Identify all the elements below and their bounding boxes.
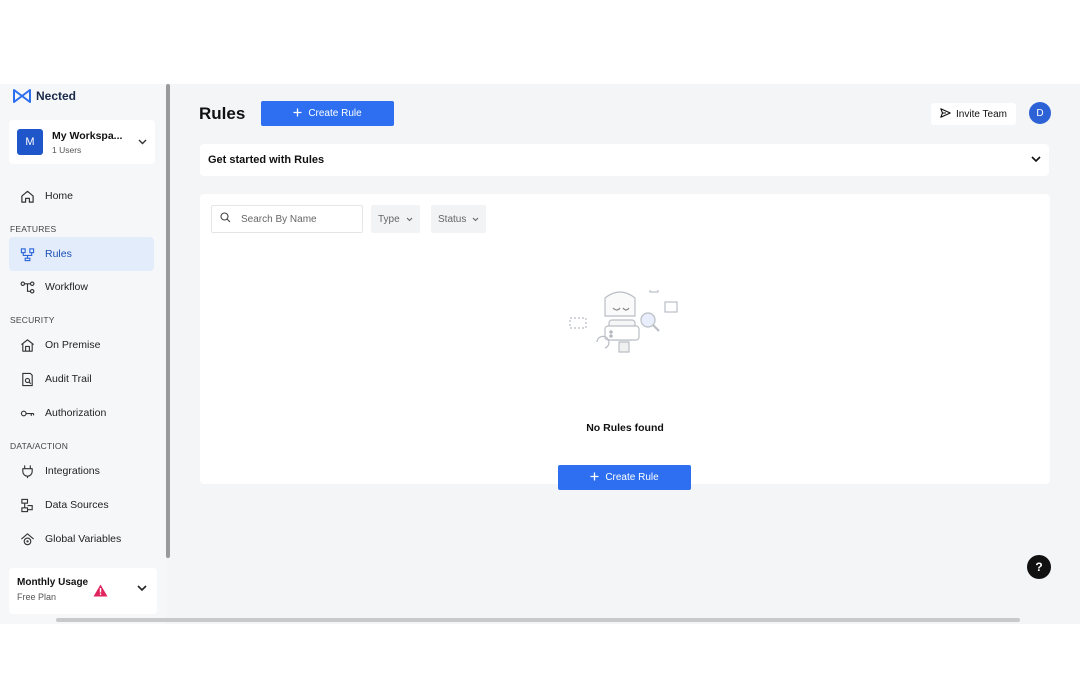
- chevron-down-icon[interactable]: [137, 584, 147, 595]
- sidebar-item-label: Audit Trail: [45, 373, 92, 385]
- workspace-users: 1 Users: [52, 144, 82, 155]
- sidebar-item-label: Workflow: [45, 281, 88, 293]
- plus-icon: [293, 108, 302, 120]
- status-filter[interactable]: Status: [431, 205, 487, 233]
- help-button[interactable]: ?: [1027, 555, 1051, 579]
- send-icon: [940, 107, 951, 121]
- sidebar-item-label: Home: [45, 190, 74, 202]
- sidebar-item-label: Data Sources: [45, 499, 109, 511]
- sidebar-item-label: Global Variables: [45, 533, 122, 545]
- sidebar-item-on-premise[interactable]: On Premise: [9, 328, 154, 362]
- section-security: SECURITY: [10, 315, 55, 325]
- type-filter-label: Type: [378, 213, 400, 225]
- key-icon: [19, 405, 35, 421]
- plug-icon: [19, 463, 35, 479]
- app-window: Nected M My Workspa... 1 Users Home FEAT…: [0, 84, 1080, 624]
- sidebar-item-data-sources[interactable]: Data Sources: [9, 488, 154, 522]
- rules-icon: [19, 246, 35, 262]
- globe-house-icon: [19, 531, 35, 547]
- sidebar-item-label: Integrations: [45, 465, 100, 477]
- workspace-switcher[interactable]: M My Workspa... 1 Users: [9, 120, 155, 164]
- page-title: Rules: [199, 104, 246, 123]
- invite-team-button[interactable]: Invite Team: [931, 103, 1016, 125]
- create-rule-label: Create Rule: [308, 108, 362, 119]
- get-started-title: Get started with Rules: [208, 154, 325, 166]
- get-started-accordion[interactable]: Get started with Rules: [200, 144, 1049, 176]
- monthly-usage-card[interactable]: Monthly Usage Free Plan: [9, 568, 157, 614]
- workflow-icon: [19, 279, 35, 295]
- sidebar-item-audit-trail[interactable]: Audit Trail: [9, 362, 154, 396]
- search-box[interactable]: [211, 205, 363, 233]
- sidebar: Nected M My Workspa... 1 Users Home FEAT…: [0, 84, 166, 624]
- sidebar-item-label: Rules: [45, 248, 72, 260]
- rules-list-panel: Type Status: [200, 194, 1050, 490]
- building-icon: [19, 337, 35, 353]
- sidebar-item-label: On Premise: [45, 339, 101, 351]
- brand-logo[interactable]: Nected: [12, 88, 76, 104]
- sidebar-item-authorization[interactable]: Authorization: [9, 396, 154, 430]
- sidebar-item-workflow[interactable]: Workflow: [9, 270, 154, 304]
- chevron-down-icon: [1031, 155, 1041, 166]
- sidebar-item-rules[interactable]: Rules: [9, 237, 154, 271]
- usage-title: Monthly Usage: [17, 577, 89, 588]
- user-avatar[interactable]: D: [1029, 102, 1051, 124]
- audit-icon: [19, 371, 35, 387]
- empty-state-message: No Rules found: [586, 422, 664, 434]
- search-input[interactable]: [241, 213, 351, 225]
- chevron-down-icon: [406, 214, 413, 225]
- section-features: FEATURES: [10, 224, 57, 234]
- search-icon: [220, 210, 231, 228]
- workspace-avatar: M: [17, 129, 43, 155]
- sidebar-item-integrations[interactable]: Integrations: [9, 454, 154, 488]
- create-rule-label: Create Rule: [605, 472, 659, 483]
- chevron-down-icon: [472, 214, 479, 225]
- sidebar-scrollbar[interactable]: [166, 84, 170, 558]
- sidebar-item-label: Authorization: [45, 407, 107, 419]
- invite-team-label: Invite Team: [956, 108, 1007, 120]
- home-icon: [19, 188, 35, 204]
- warning-icon: [93, 584, 108, 602]
- usage-plan: Free Plan: [17, 592, 57, 602]
- section-data-action: DATA/ACTION: [10, 441, 69, 451]
- plus-icon: [590, 472, 599, 484]
- workspace-name: My Workspa...: [52, 129, 123, 142]
- empty-robot-illustration: [565, 283, 685, 375]
- create-rule-empty-button[interactable]: Create Rule: [558, 465, 691, 490]
- sidebar-item-global-variables[interactable]: Global Variables: [9, 522, 154, 556]
- create-rule-button[interactable]: Create Rule: [261, 101, 394, 126]
- nected-logo-icon: [13, 89, 31, 103]
- horizontal-scrollbar[interactable]: [56, 618, 1020, 622]
- sidebar-item-home[interactable]: Home: [9, 179, 154, 213]
- status-filter-label: Status: [438, 213, 467, 225]
- database-icon: [19, 497, 35, 513]
- chevron-down-icon: [138, 137, 147, 147]
- type-filter[interactable]: Type: [371, 205, 420, 233]
- brand-name: Nected: [36, 89, 77, 103]
